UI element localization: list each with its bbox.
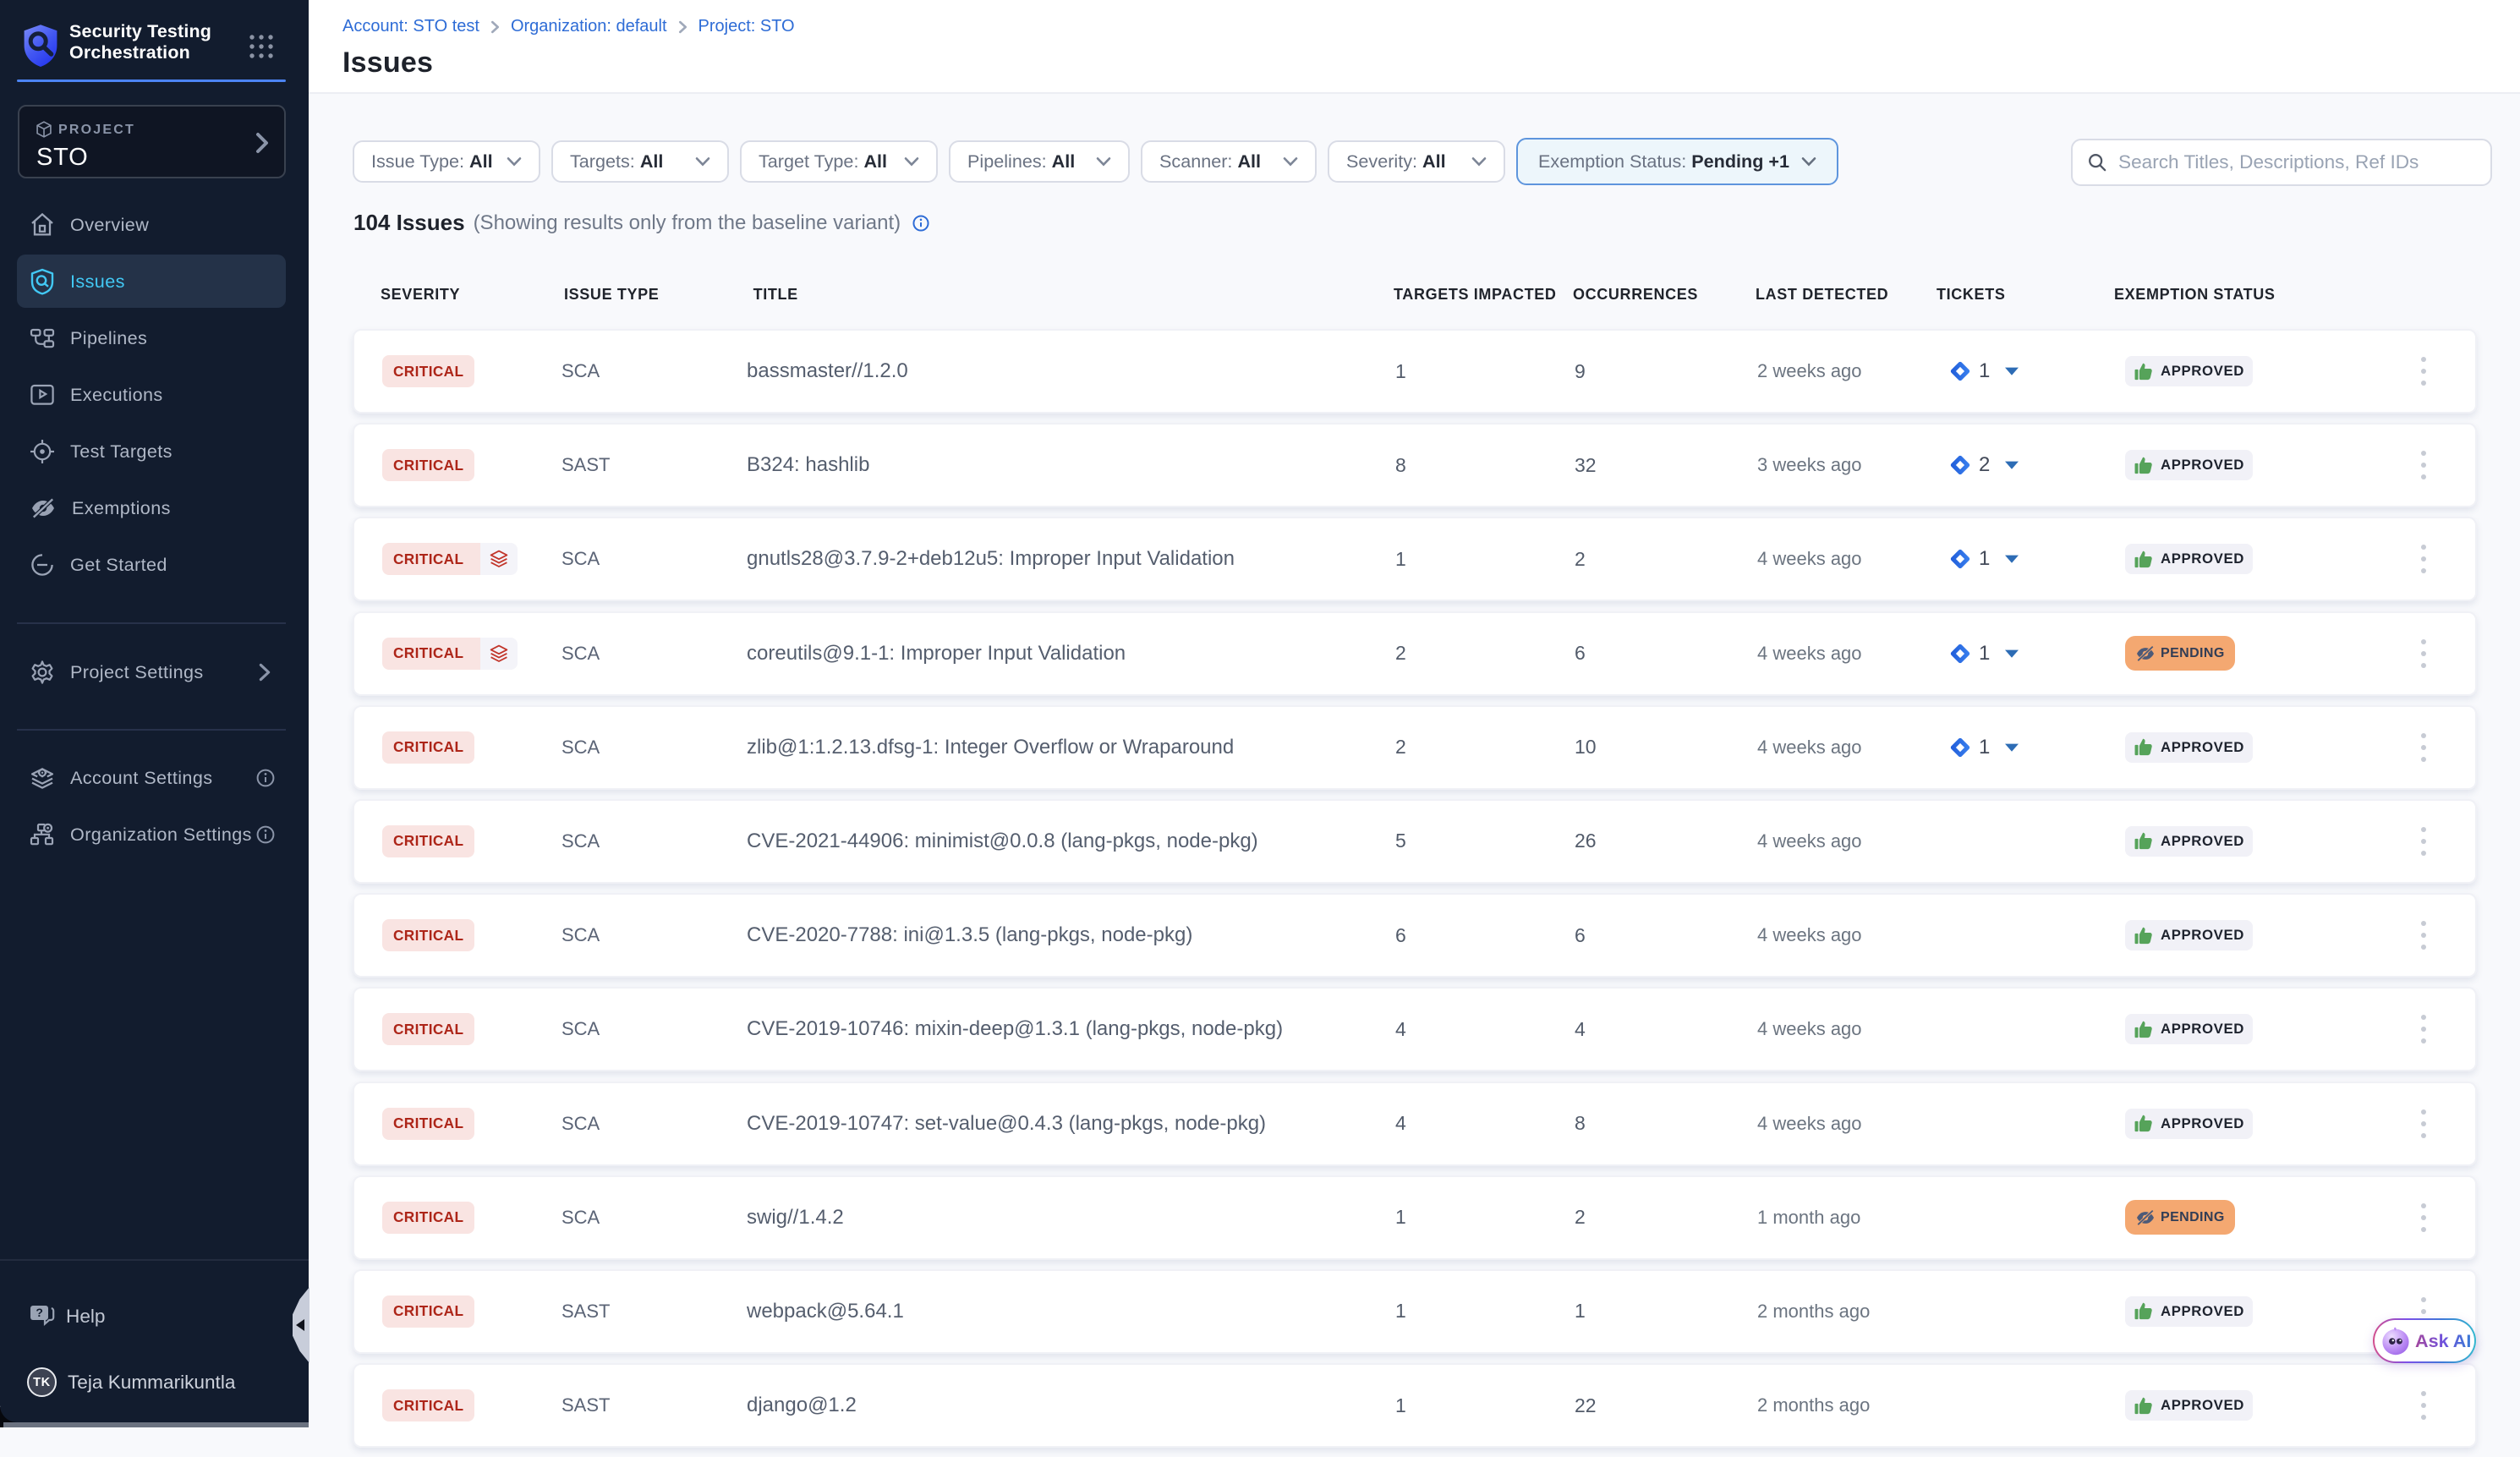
- svg-text:?: ?: [36, 1306, 43, 1319]
